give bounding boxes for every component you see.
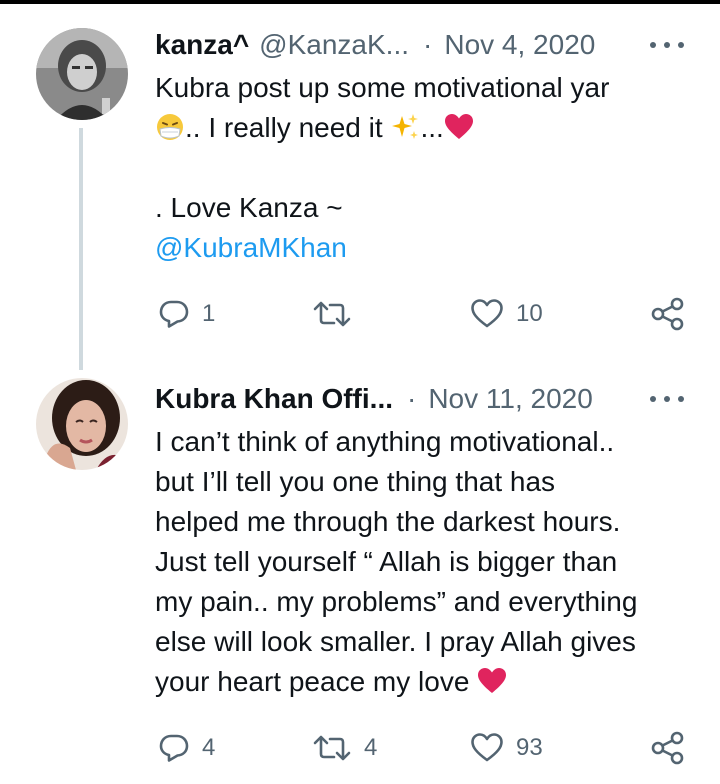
face-with-medical-mask-emoji (155, 112, 185, 142)
tweet-line: Just tell yourself “ Allah is bigger tha… (155, 546, 618, 577)
more-options-icon[interactable] (650, 394, 684, 404)
tweet-line-segment: .. I really need it (185, 112, 391, 143)
tweet-line: your heart peace my love (155, 662, 695, 702)
reply-icon (159, 734, 189, 762)
avatar-kubra-khan[interactable] (36, 378, 128, 470)
like-count: 10 (516, 300, 543, 327)
tweet-line: I can’t think of anything motivational.. (155, 426, 615, 457)
retweet-icon (313, 735, 351, 761)
thread-connector-line (79, 128, 83, 370)
share-icon (651, 731, 684, 765)
separator-dot: · (423, 29, 433, 60)
separator-dot: · (407, 383, 417, 414)
tweet-header: kanza^ @KanzaK... · Nov 4, 2020 (155, 27, 595, 63)
retweet-button[interactable] (312, 296, 364, 332)
red-heart-emoji (477, 666, 507, 696)
red-heart-emoji (444, 112, 474, 142)
tweet-line-segment: your heart peace my love (155, 666, 478, 697)
tweet-date[interactable]: Nov 11, 2020 (428, 381, 593, 417)
tweet-date[interactable]: Nov 4, 2020 (444, 27, 595, 63)
like-button[interactable]: 93 (470, 730, 543, 766)
tweet-line: .. I really need it ... (155, 108, 695, 148)
share-button[interactable] (650, 730, 686, 766)
heart-icon (471, 733, 503, 762)
reply-count: 1 (202, 300, 216, 327)
tweet-text: I can’t think of anything motivational..… (155, 422, 695, 702)
tweet-line: . Love Kanza ~ (155, 192, 343, 223)
tweet-line: but I’ll tell you one thing that has (155, 466, 556, 497)
tweet-line: Kubra post up some motivational yar (155, 72, 610, 103)
reply-button[interactable]: 4 (158, 730, 215, 766)
like-count: 93 (516, 734, 543, 761)
author-name[interactable]: kanza^ (155, 27, 249, 63)
more-options-icon[interactable] (650, 40, 684, 50)
sparkles-emoji (390, 112, 420, 142)
retweet-button[interactable]: 4 (312, 730, 377, 766)
tweet-text: Kubra post up some motivational yar .. I… (155, 68, 695, 268)
tweet-line: else will look smaller. I pray Allah giv… (155, 626, 636, 657)
reply-count: 4 (202, 734, 216, 761)
top-edge-bar (0, 0, 720, 4)
author-handle[interactable]: @KanzaK... (259, 27, 409, 63)
tweet-line: helped me through the darkest hours. (155, 506, 621, 537)
tweet-header: Kubra Khan Offi... · Nov 11, 2020 (155, 381, 593, 417)
heart-icon (471, 299, 503, 328)
avatar-kanza[interactable] (36, 28, 128, 120)
tweet-line (155, 148, 695, 188)
share-button[interactable] (650, 296, 686, 332)
tweet-line: my pain.. my problems” and everything (155, 586, 638, 617)
reply-icon (159, 300, 189, 328)
like-button[interactable]: 10 (470, 296, 543, 332)
reply-button[interactable]: 1 (158, 296, 215, 332)
mention-link[interactable]: @KubraMKhan (155, 228, 695, 268)
retweet-icon (313, 301, 351, 327)
author-name[interactable]: Kubra Khan Offi... (155, 381, 393, 417)
share-icon (651, 297, 684, 331)
tweet-line-segment: ... (420, 112, 444, 143)
retweet-count: 4 (364, 734, 378, 761)
